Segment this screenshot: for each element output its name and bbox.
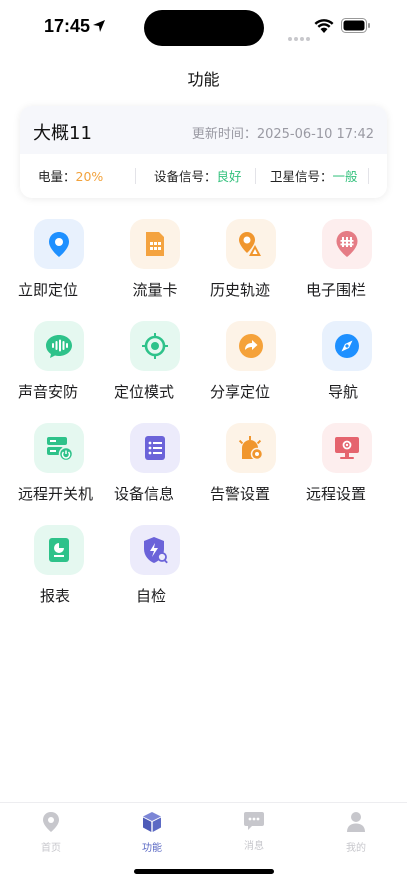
feature-label: 远程开关机 xyxy=(18,485,94,503)
feature-label: 历史轨迹 xyxy=(210,281,271,299)
feature-alarm-settings[interactable]: 告警设置 xyxy=(210,420,304,516)
satellite-signal-value: 一般 xyxy=(332,169,358,184)
battery-icon xyxy=(341,18,370,33)
feature-history-track[interactable]: 历史轨迹 xyxy=(210,216,304,312)
battery-stat: 电量：20% xyxy=(38,166,103,185)
wifi-icon xyxy=(314,19,334,33)
status-bar: 17:45 xyxy=(0,0,407,56)
battery-value: 20% xyxy=(75,169,104,184)
feature-geofence[interactable]: 电子围栏 xyxy=(306,216,400,312)
update-time-value: 2025-06-10 17:42 xyxy=(256,127,374,142)
feature-navigation[interactable]: 导航 xyxy=(308,318,400,414)
device-status-card[interactable]: 大概11 更新时间：2025-06-10 17:42 电量：20% 设备信号：良… xyxy=(20,106,387,198)
feature-label: 自检 xyxy=(135,587,166,605)
device-signal-label: 设备信号： xyxy=(154,169,217,184)
feature-label: 告警设置 xyxy=(210,485,271,503)
device-name: 大概11 xyxy=(33,123,92,144)
location-pin-icon xyxy=(34,219,84,269)
satellite-signal-stat: 卫星信号：一般 xyxy=(270,166,358,185)
device-signal-stat: 设备信号：良好 xyxy=(154,166,242,185)
update-time-label: 更新时间： xyxy=(191,127,257,142)
device-info-icon xyxy=(130,423,180,473)
crosshair-icon xyxy=(130,321,180,371)
message-icon xyxy=(244,812,264,830)
compass-icon xyxy=(322,321,372,371)
device-signal-value: 良好 xyxy=(216,169,242,184)
page-title: 功能 xyxy=(187,70,220,89)
remote-settings-icon xyxy=(322,423,372,473)
location-arrow-icon xyxy=(93,20,105,32)
voice-wave-icon xyxy=(34,321,84,371)
sim-card-icon xyxy=(130,219,180,269)
share-arrow-icon xyxy=(226,321,276,371)
track-history-icon xyxy=(226,219,276,269)
feature-label: 远程设置 xyxy=(306,485,367,503)
feature-voice-security[interactable]: 声音安防 xyxy=(18,318,112,414)
feature-label: 设备信息 xyxy=(114,485,175,503)
status-time: 17:45 xyxy=(44,16,91,36)
feature-remote-settings[interactable]: 远程设置 xyxy=(306,420,400,516)
device-stats: 电量：20% 设备信号：良好 卫星信号：一般 xyxy=(20,166,387,186)
feature-label: 流量卡 xyxy=(132,281,178,299)
tab-messages[interactable]: 消息 xyxy=(224,811,284,852)
tab-home-label: 首页 xyxy=(41,843,61,854)
feature-remote-power[interactable]: 远程开关机 xyxy=(18,420,112,516)
home-indicator[interactable] xyxy=(134,869,274,874)
remote-power-icon xyxy=(34,423,84,473)
dynamic-island xyxy=(144,10,264,46)
geofence-icon xyxy=(322,219,372,269)
tab-profile-label: 我的 xyxy=(346,843,366,854)
feature-self-check[interactable]: 自检 xyxy=(116,522,208,618)
stat-divider xyxy=(368,168,369,184)
tab-features[interactable]: 功能 xyxy=(122,811,182,854)
tab-features-label: 功能 xyxy=(142,843,162,854)
battery-label: 电量： xyxy=(38,169,76,184)
device-card-header: 大概11 更新时间：2025-06-10 17:42 xyxy=(20,106,387,154)
satellite-signal-label: 卫星信号： xyxy=(270,169,333,184)
stat-divider xyxy=(135,168,136,184)
tab-messages-label: 消息 xyxy=(244,841,264,852)
feature-label: 定位模式 xyxy=(114,383,175,401)
cube-icon xyxy=(143,812,161,832)
cellular-signal-icon xyxy=(288,26,312,41)
feature-label: 电子围栏 xyxy=(306,281,367,299)
stat-divider xyxy=(255,168,256,184)
feature-label: 声音安防 xyxy=(18,383,79,401)
profile-icon xyxy=(347,812,365,832)
feature-data-card[interactable]: 流量卡 xyxy=(116,216,208,312)
tab-profile[interactable]: 我的 xyxy=(326,811,386,854)
feature-label: 导航 xyxy=(327,383,358,401)
feature-device-info[interactable]: 设备信息 xyxy=(114,420,208,516)
home-pin-icon xyxy=(43,812,59,832)
update-time: 更新时间：2025-06-10 17:42 xyxy=(192,123,374,142)
feature-locate-now[interactable]: 立即定位 xyxy=(18,216,112,312)
alarm-settings-icon xyxy=(226,423,276,473)
report-icon xyxy=(34,525,84,575)
self-check-icon xyxy=(130,525,180,575)
tab-home[interactable]: 首页 xyxy=(21,811,81,854)
feature-location-mode[interactable]: 定位模式 xyxy=(114,318,208,414)
feature-label: 报表 xyxy=(39,587,70,605)
